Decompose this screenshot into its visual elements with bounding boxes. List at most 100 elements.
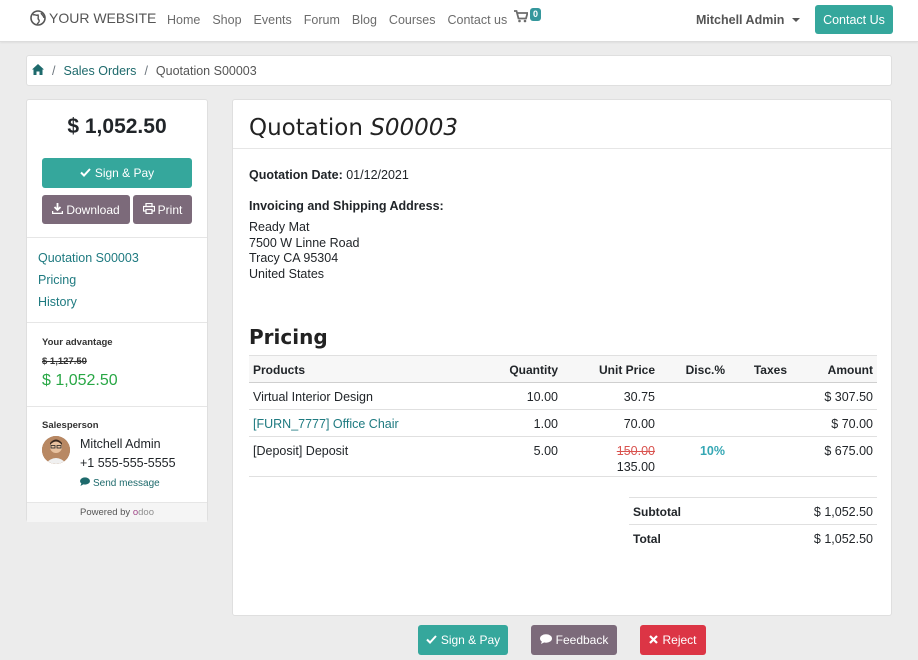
product-amount: $ 70.00	[831, 417, 873, 431]
main-menu: Home Shop Events Forum Blog Courses Cont…	[167, 13, 519, 27]
menu-shop[interactable]: Shop	[212, 13, 241, 27]
header-products: Products	[253, 363, 306, 377]
download-icon	[52, 202, 64, 217]
total-row: Total $ 1,052.50	[629, 524, 877, 551]
table-row: [FURN_7777] Office Chair 1.00 70.00 $ 70…	[249, 410, 877, 437]
menu-courses[interactable]: Courses	[389, 13, 436, 27]
quotation-date-value: 01/12/2021	[346, 168, 409, 182]
send-message-label: Send message	[93, 477, 160, 489]
powered-by-footer: Powered by odoo	[27, 502, 207, 522]
print-button[interactable]: Print	[133, 195, 192, 224]
advantage-label: Your advantage	[42, 337, 113, 348]
product-name: Virtual Interior Design	[253, 390, 373, 404]
menu-blog[interactable]: Blog	[352, 13, 377, 27]
sign-pay-label: Sign & Pay	[94, 166, 155, 180]
header-taxes: Taxes	[753, 363, 787, 377]
odoo-logo[interactable]: odoo	[133, 507, 154, 518]
product-quantity: 1.00	[533, 417, 558, 431]
header-discount: Disc.%	[685, 363, 725, 377]
address-block: Ready Mat 7500 W Linne Road Tracy CA 953…	[249, 220, 360, 282]
top-navbar: YOUR WEBSITE Home Shop Events Forum Blog…	[0, 0, 918, 42]
product-discount: 10%	[699, 444, 725, 458]
original-price: $ 1,127.50	[42, 356, 87, 367]
comment-icon	[80, 477, 90, 489]
breadcrumb-sales-orders[interactable]: Sales Orders	[63, 64, 136, 78]
quotation-number: S00003	[370, 115, 459, 141]
title-prefix: Quotation	[249, 115, 363, 141]
check-icon	[426, 633, 437, 647]
discounted-unit-price: 135.00	[616, 460, 655, 474]
menu-events[interactable]: Events	[254, 13, 292, 27]
header-amount: Amount	[827, 363, 873, 377]
user-name: Mitchell Admin	[696, 13, 785, 27]
reject-button[interactable]: Reject	[640, 625, 706, 655]
download-label: Download	[66, 202, 120, 217]
table-row: [Deposit] Deposit 5.00 150.00 135.00 10%…	[249, 437, 877, 477]
home-icon[interactable]	[32, 63, 44, 78]
menu-contact-us[interactable]: Contact us	[447, 13, 507, 27]
discounted-price: $ 1,052.50	[42, 372, 118, 389]
sidebar-total-amount: $ 1,052.50	[67, 115, 167, 138]
original-unit-price: 150.00	[616, 444, 655, 458]
product-quantity: 5.00	[533, 444, 558, 458]
salesperson-name: Mitchell Admin	[80, 437, 161, 451]
menu-home[interactable]: Home	[167, 13, 200, 27]
cart-link[interactable]: 0	[514, 8, 542, 26]
total-label: Total	[633, 532, 661, 546]
sidebar-link-history[interactable]: History	[38, 294, 139, 310]
total-value: $ 1,052.50	[813, 532, 873, 546]
address-line: Tracy CA 95304	[249, 251, 339, 265]
user-menu-dropdown[interactable]: Mitchell Admin	[696, 13, 801, 27]
globe-icon	[30, 10, 46, 26]
sign-pay-button[interactable]: Sign & Pay	[42, 158, 192, 188]
odoo-logo-rest: doo	[138, 507, 154, 518]
download-button[interactable]: Download	[42, 195, 130, 224]
sidebar-divider	[27, 322, 207, 323]
subtotal-label: Subtotal	[633, 505, 681, 519]
bottom-sign-pay-button[interactable]: Sign & Pay	[418, 625, 508, 655]
breadcrumb: / Sales Orders / Quotation S00003	[26, 55, 892, 86]
sign-pay-label: Sign & Pay	[440, 633, 501, 647]
brand-text: YOUR WEBSITE	[49, 10, 157, 26]
close-icon	[649, 633, 659, 647]
comment-icon	[539, 633, 552, 647]
brand-logo[interactable]: YOUR WEBSITE	[30, 10, 156, 26]
address-line: United States	[249, 266, 325, 281]
print-label: Print	[157, 202, 183, 217]
breadcrumb-separator: /	[52, 63, 56, 78]
feedback-label: Feedback	[555, 633, 609, 647]
quotation-date: Quotation Date: 01/12/2021	[249, 168, 409, 182]
sidebar-divider	[27, 237, 207, 238]
feedback-button[interactable]: Feedback	[531, 625, 617, 655]
breadcrumb-separator: /	[144, 63, 148, 78]
page-title: Quotation S00003	[249, 115, 458, 141]
product-link[interactable]: [FURN_7777] Office Chair	[253, 417, 399, 431]
quotation-date-label: Quotation Date:	[249, 168, 343, 182]
product-amount: $ 307.50	[824, 390, 873, 404]
address-line: 7500 W Linne Road	[249, 235, 360, 250]
send-message-link[interactable]: Send message	[80, 477, 160, 489]
table-row: Virtual Interior Design 10.00 30.75 $ 30…	[249, 383, 877, 410]
powered-by-text: Powered by	[80, 507, 131, 518]
sidebar-link-pricing[interactable]: Pricing	[38, 272, 139, 288]
pricing-section-title: Pricing	[249, 325, 328, 349]
address-label: Invoicing and Shipping Address:	[249, 199, 444, 213]
table-header-row: Products Quantity Unit Price Disc.% Taxe…	[249, 355, 877, 383]
contact-us-button[interactable]: Contact Us	[815, 5, 893, 34]
product-unit-price-block: 150.00 135.00	[617, 444, 655, 474]
product-name: [Deposit] Deposit	[253, 444, 349, 458]
menu-forum[interactable]: Forum	[304, 13, 340, 27]
sidebar-divider	[27, 406, 207, 407]
salesperson-phone: +1 555-555-5555	[80, 456, 176, 470]
reject-label: Reject	[662, 633, 697, 647]
sidebar-nav: Quotation S00003 Pricing History	[38, 250, 139, 310]
product-quantity: 10.00	[526, 390, 558, 404]
subtotal-value: $ 1,052.50	[813, 505, 873, 519]
sidebar-link-quotation[interactable]: Quotation S00003	[38, 250, 139, 266]
subtotal-row: Subtotal $ 1,052.50	[629, 497, 877, 524]
address-line: Ready Mat	[249, 220, 310, 234]
shopping-cart-icon	[514, 10, 529, 26]
totals-table: Subtotal $ 1,052.50 Total $ 1,052.50	[629, 497, 877, 551]
quotation-sidebar: $ 1,052.50 Sign & Pay Download Print Quo…	[26, 99, 208, 522]
pricing-table: Products Quantity Unit Price Disc.% Taxe…	[249, 355, 877, 477]
